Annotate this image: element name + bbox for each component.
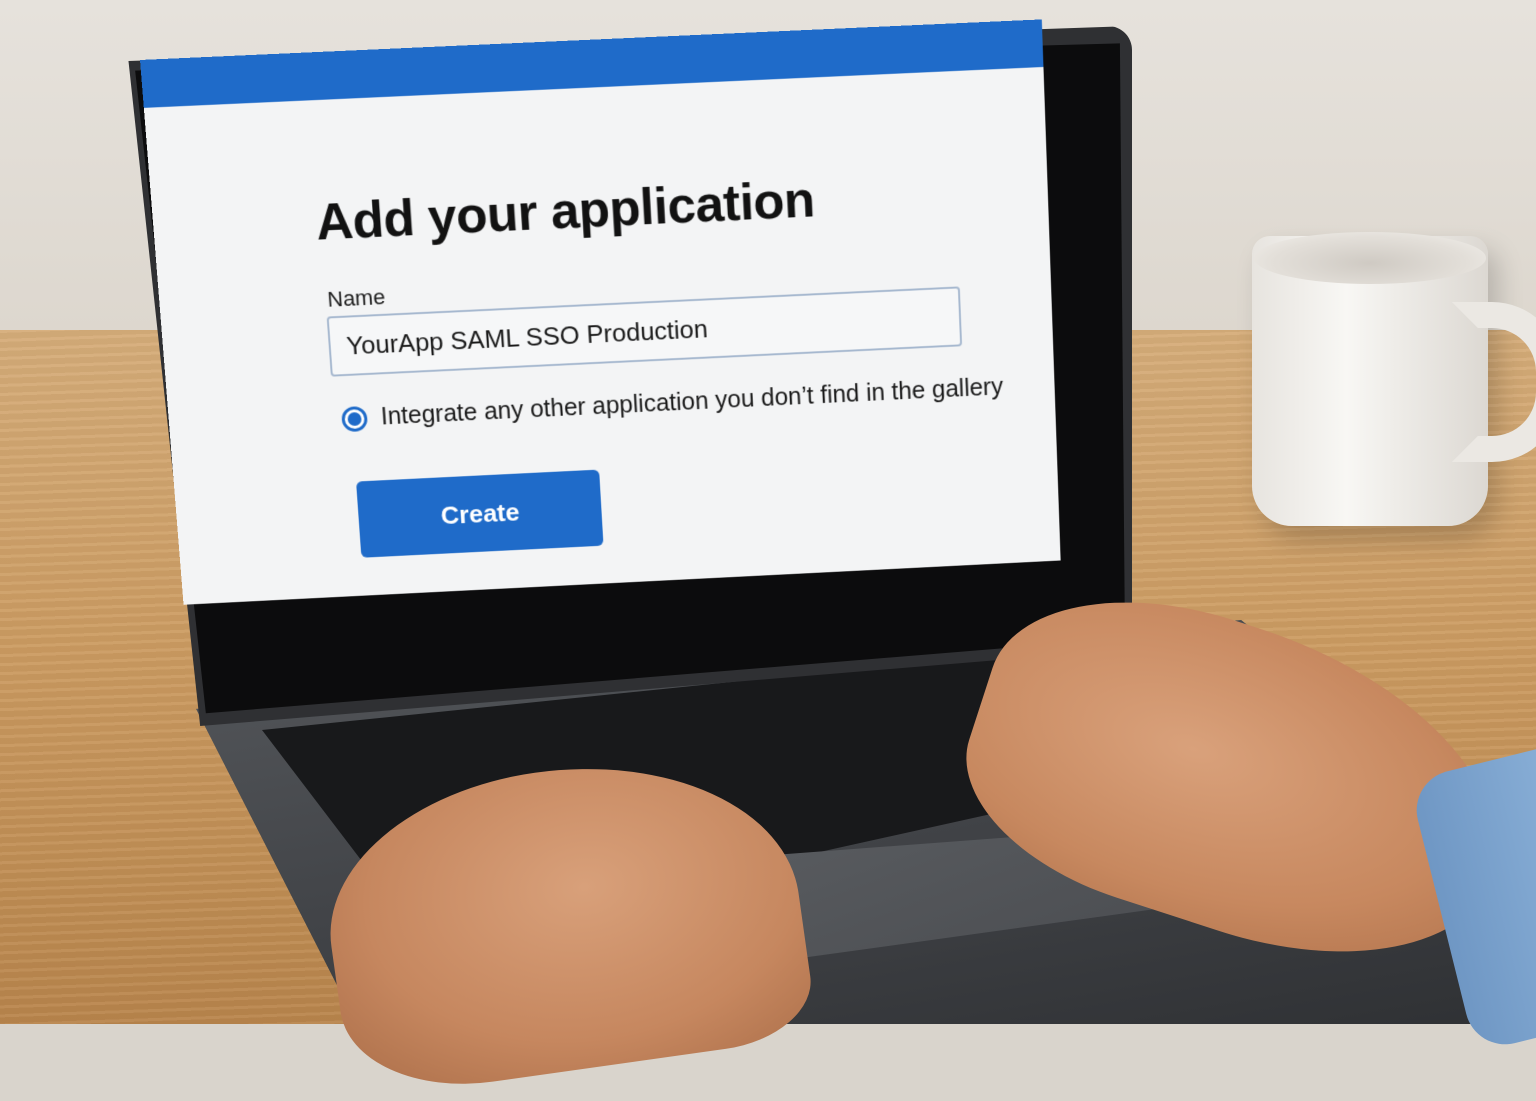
app-window: Add your application Name Integrate any … — [140, 19, 1061, 604]
radio-button-selected[interactable] — [341, 405, 368, 431]
radio-selected-dot — [347, 412, 362, 426]
laptop-screen: Add your application Name Integrate any … — [140, 17, 1110, 661]
integrate-other-option[interactable]: Integrate any other application you don’… — [341, 373, 1004, 433]
page-title: Add your application — [314, 170, 816, 252]
integrate-other-option-label: Integrate any other application you don’… — [380, 373, 1004, 431]
name-field-label: Name — [327, 285, 386, 313]
coffee-mug-handle — [1452, 302, 1536, 462]
create-button[interactable]: Create — [356, 470, 603, 558]
coffee-mug-rim — [1254, 232, 1486, 284]
name-input[interactable] — [327, 286, 963, 376]
